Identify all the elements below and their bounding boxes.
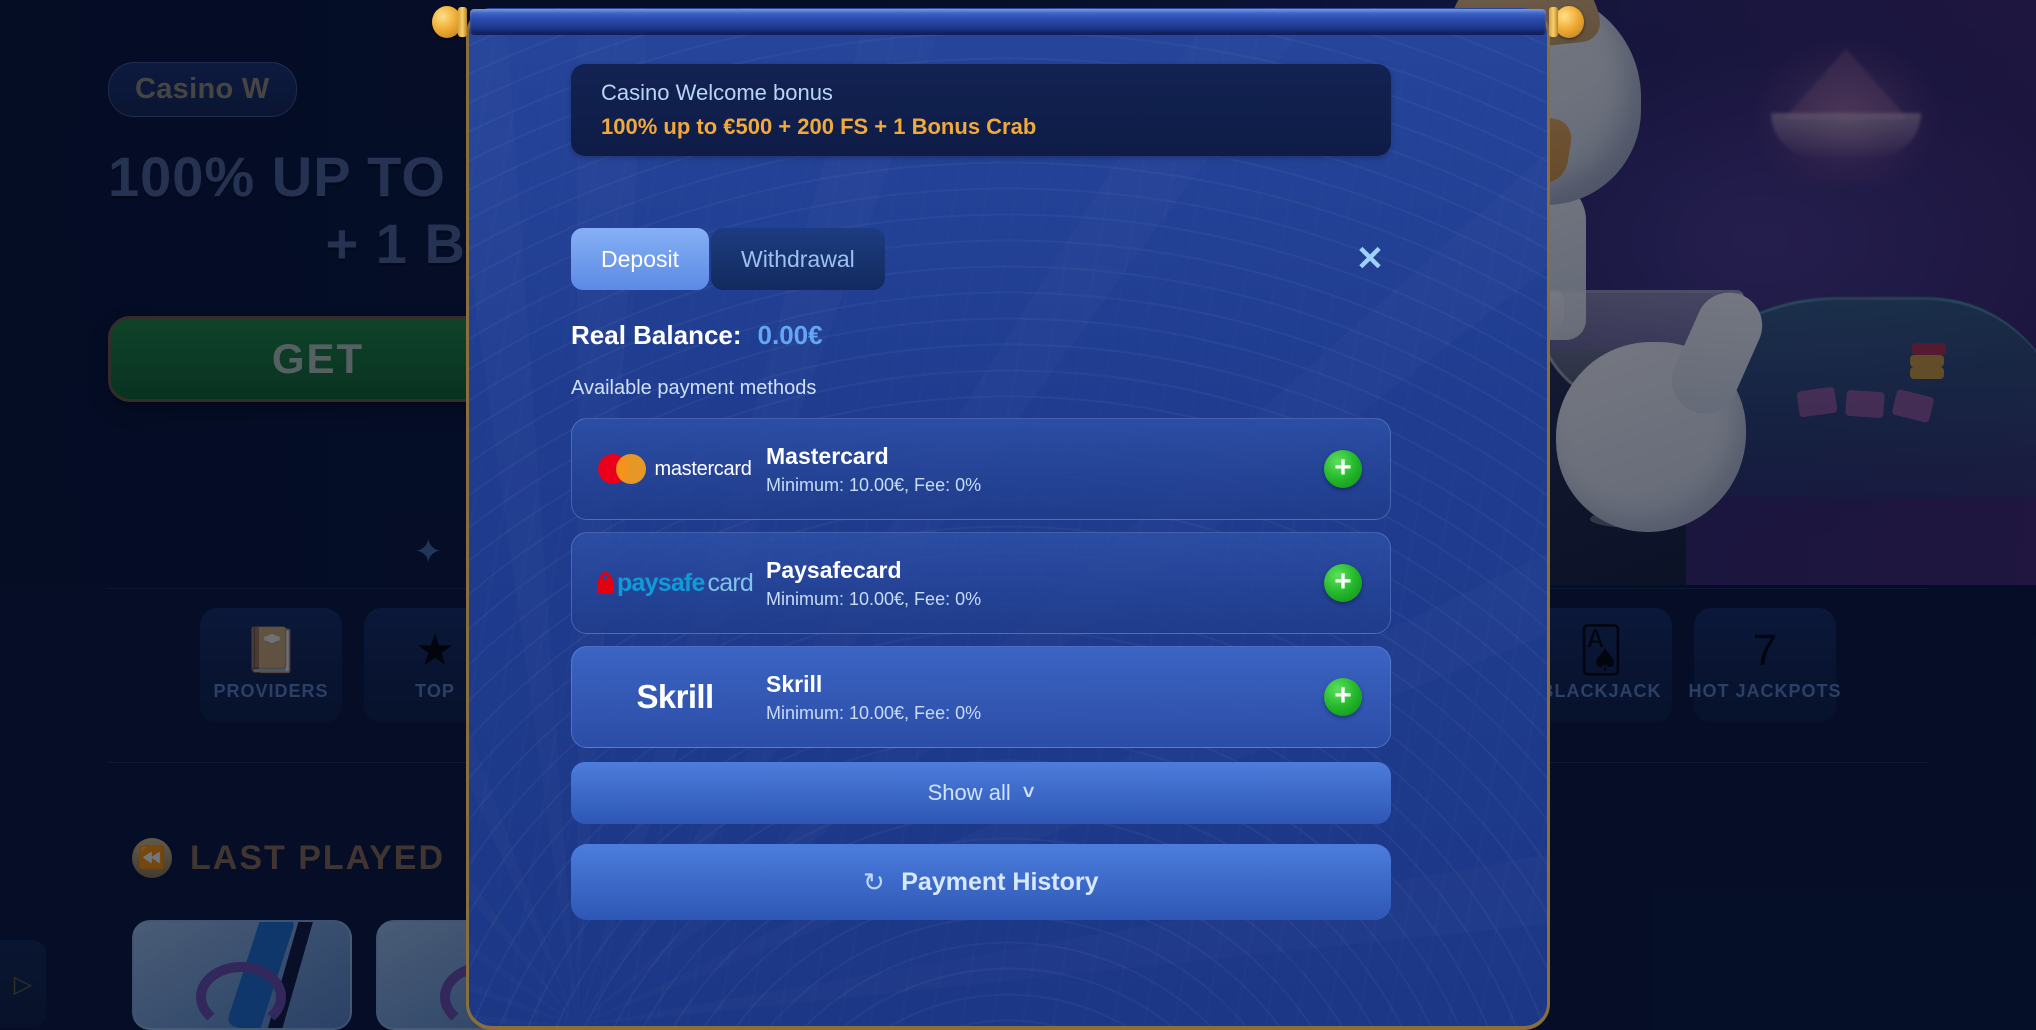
balance-value: 0.00€ <box>757 320 823 350</box>
payment-method-meta: Minimum: 10.00€, Fee: 0% <box>766 588 982 609</box>
add-payment-method-button[interactable] <box>1324 678 1362 716</box>
payment-history-button[interactable]: ↺ Payment History <box>571 844 1391 920</box>
payment-history-label: Payment History <box>901 867 1099 896</box>
scroll-cap-left <box>432 4 476 40</box>
payment-method-name: Paysafecard <box>766 556 902 583</box>
chevron-down-icon: ˅ <box>1022 781 1035 804</box>
balance-row: Real Balance: 0.00€ <box>571 320 1499 351</box>
payment-method-name: Mastercard <box>766 442 889 469</box>
paysafecard-logo: paysafe card <box>597 568 754 598</box>
skrill-logo: Skrill <box>600 678 750 716</box>
payment-method-paysafecard[interactable]: paysafe card Paysafecard Minimum: 10.00€… <box>571 532 1391 634</box>
scroll-tube <box>470 9 1546 35</box>
cashier-modal: Casino Welcome bonus 100% up to €500 + 2… <box>466 8 1550 1030</box>
skrill-wordmark: Skrill <box>636 678 714 715</box>
paysafe-wordmark-b: card <box>707 568 754 597</box>
modal-body: Casino Welcome bonus 100% up to €500 + 2… <box>469 8 1547 1026</box>
mastercard-logo: mastercard <box>598 454 752 484</box>
mastercard-wordmark: mastercard <box>654 457 752 480</box>
payment-method-skrill[interactable]: Skrill Skrill Minimum: 10.00€, Fee: 0% <box>571 646 1391 748</box>
scroll-cap-right <box>1540 4 1584 40</box>
bonus-banner: Casino Welcome bonus 100% up to €500 + 2… <box>571 64 1391 156</box>
show-all-label: Show all <box>927 780 1011 805</box>
payment-method-meta: Minimum: 10.00€, Fee: 0% <box>766 474 982 495</box>
history-clock-icon: ↺ <box>863 866 886 897</box>
bonus-subtitle: 100% up to €500 + 200 FS + 1 Bonus Crab <box>601 114 1037 139</box>
close-button[interactable]: ✕ <box>1339 228 1401 290</box>
available-methods-label: Available payment methods <box>571 377 817 399</box>
scroll-header-decoration <box>432 4 1584 38</box>
show-all-button[interactable]: Show all ˅ <box>571 762 1391 824</box>
payment-methods-list: mastercard Mastercard Minimum: 10.00€, F… <box>571 418 1499 748</box>
tab-withdrawal[interactable]: Withdrawal <box>710 228 885 290</box>
tab-deposit[interactable]: Deposit <box>571 228 709 290</box>
payment-method-meta: Minimum: 10.00€, Fee: 0% <box>766 702 982 723</box>
bonus-title: Casino Welcome bonus <box>601 80 833 105</box>
payment-method-name: Skrill <box>766 670 823 697</box>
lock-icon <box>597 572 615 594</box>
tab-row: Deposit Withdrawal ✕ <box>571 228 1401 290</box>
payment-method-mastercard[interactable]: mastercard Mastercard Minimum: 10.00€, F… <box>571 418 1391 520</box>
paysafe-wordmark-a: paysafe <box>617 568 705 597</box>
add-payment-method-button[interactable] <box>1324 564 1362 602</box>
close-icon: ✕ <box>1355 240 1385 278</box>
add-payment-method-button[interactable] <box>1324 450 1362 488</box>
balance-label: Real Balance: <box>571 320 742 350</box>
